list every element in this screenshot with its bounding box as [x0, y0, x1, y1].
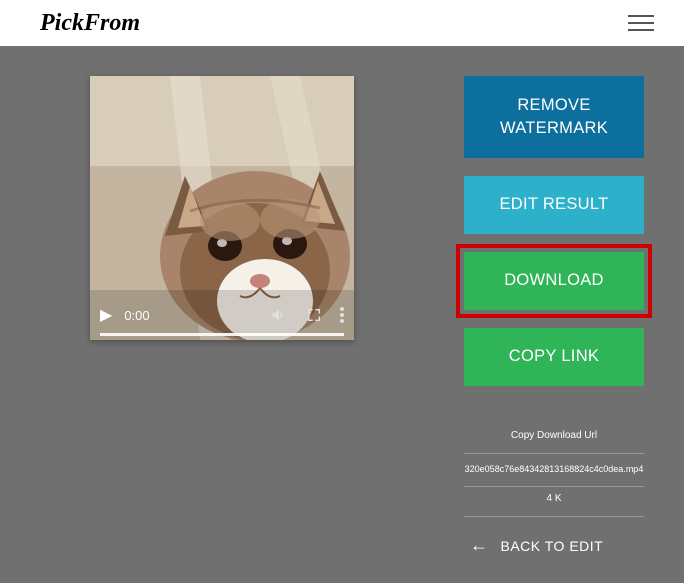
copy-url-label: Copy Download Url — [464, 424, 644, 447]
filename: 320e058c76e84342813168824c4c0dea.mp4 — [464, 454, 644, 480]
download-highlight: DOWNLOAD — [456, 244, 652, 318]
video-player[interactable]: ▶ 0:00 — [90, 76, 354, 340]
logo[interactable]: PickFrom — [40, 10, 140, 37]
remove-watermark-button[interactable]: REMOVE WATERMARK — [464, 76, 644, 158]
actions-panel: REMOVE WATERMARK EDIT RESULT DOWNLOAD CO… — [464, 76, 644, 556]
back-label: BACK TO EDIT — [501, 538, 604, 554]
volume-icon[interactable] — [270, 306, 288, 324]
header: PickFrom — [0, 0, 684, 46]
download-info: Copy Download Url 320e058c76e84342813168… — [464, 424, 644, 556]
video-progress[interactable] — [100, 333, 344, 336]
play-icon[interactable]: ▶ — [100, 305, 112, 325]
video-panel: ▶ 0:00 — [90, 76, 354, 556]
arrow-left-icon: ← — [470, 535, 489, 556]
video-controls: ▶ 0:00 — [90, 290, 354, 340]
more-icon[interactable] — [340, 307, 344, 323]
fullscreen-icon[interactable] — [306, 307, 322, 323]
main-content: ▶ 0:00 REMOVE WATERMARK EDIT RESULT DOWN… — [0, 46, 684, 556]
back-to-edit-link[interactable]: ← BACK TO EDIT — [464, 535, 644, 556]
video-time: 0:00 — [124, 308, 149, 323]
download-button[interactable]: DOWNLOAD — [464, 252, 644, 310]
filesize: 4 K — [464, 487, 644, 510]
hamburger-menu-icon[interactable] — [628, 15, 654, 31]
copy-link-button[interactable]: COPY LINK — [464, 328, 644, 386]
edit-result-button[interactable]: EDIT RESULT — [464, 176, 644, 234]
